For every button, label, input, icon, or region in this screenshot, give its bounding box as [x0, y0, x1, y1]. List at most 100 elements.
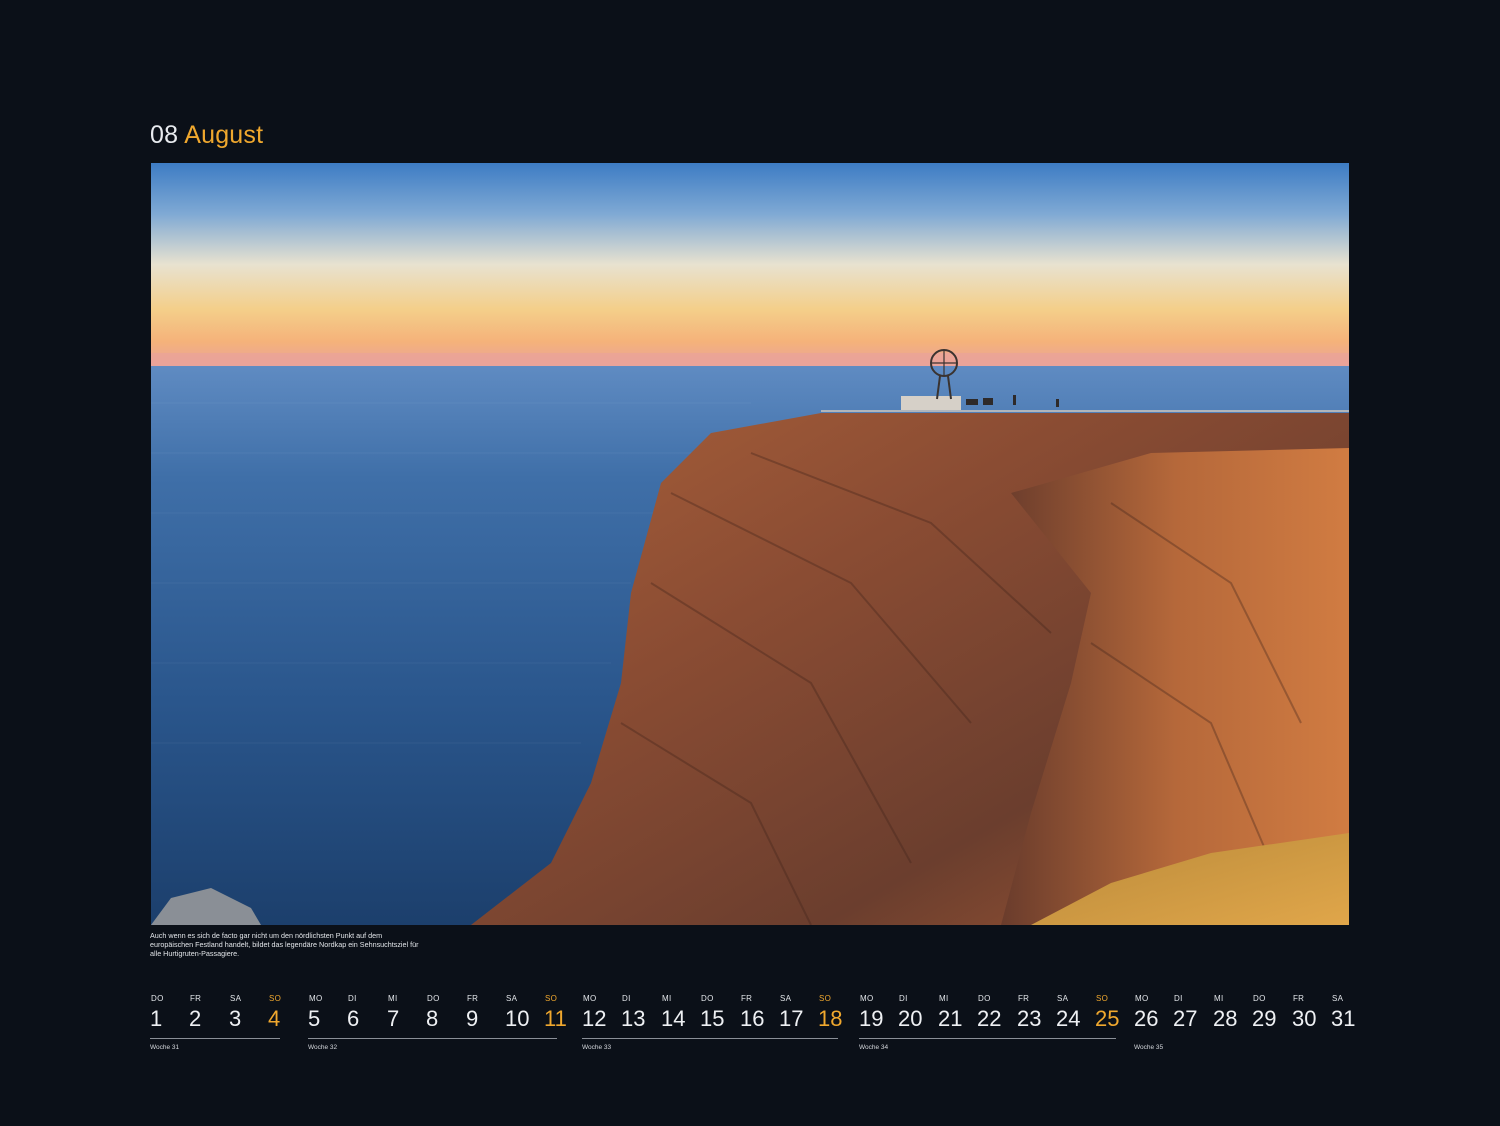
- day-number: 25: [1095, 1006, 1120, 1031]
- week-rule: [582, 1038, 838, 1039]
- weekday-label: DI: [622, 994, 631, 1003]
- weekday-label: MO: [583, 994, 597, 1003]
- day-number: 28: [1213, 1006, 1238, 1031]
- day-number: 31: [1331, 1006, 1356, 1031]
- day-cell: DO 22: [977, 993, 1016, 1033]
- weekday-label: DI: [348, 994, 357, 1003]
- week-label: Woche 34: [859, 1044, 889, 1051]
- day-cell: FR 30: [1292, 993, 1331, 1033]
- weekday-label: DO: [1253, 994, 1266, 1003]
- day-cell-sunday: SO 4: [268, 993, 307, 1033]
- day-cell: MI 21: [938, 993, 977, 1033]
- day-number: 30: [1292, 1006, 1317, 1031]
- day-number: 3: [229, 1006, 242, 1031]
- day-number: 20: [898, 1006, 923, 1031]
- weekday-label: MI: [1214, 994, 1224, 1003]
- weekday-label: SA: [506, 994, 518, 1003]
- day-cell: FR 9: [466, 993, 505, 1033]
- landscape-photo: [151, 163, 1349, 925]
- day-cell: FR 16: [740, 993, 779, 1033]
- weekday-label: MI: [388, 994, 398, 1003]
- week-label: Woche 35: [1134, 1044, 1164, 1051]
- day-number: 9: [466, 1006, 479, 1031]
- day-cell: DO 15: [700, 993, 739, 1033]
- day-number: 18: [818, 1006, 843, 1031]
- day-number: 24: [1056, 1006, 1081, 1031]
- day-number: 14: [661, 1006, 686, 1031]
- weekday-label: SO: [1096, 994, 1109, 1003]
- day-cell: SA 24: [1056, 993, 1095, 1033]
- week-label: Woche 31: [150, 1044, 180, 1051]
- day-cell: FR 23: [1017, 993, 1056, 1033]
- weekday-label: FR: [467, 994, 479, 1003]
- day-cell: SA 10: [505, 993, 544, 1033]
- day-cell-sunday: SO 25: [1095, 993, 1134, 1033]
- weekday-label: FR: [741, 994, 753, 1003]
- week-rule: [859, 1038, 1116, 1039]
- day-number: 29: [1252, 1006, 1277, 1031]
- week-label: Woche 33: [582, 1044, 612, 1051]
- day-number: 15: [700, 1006, 725, 1031]
- day-number: 17: [779, 1006, 804, 1031]
- day-cell: MI 28: [1213, 993, 1252, 1033]
- day-number: 10: [505, 1006, 530, 1031]
- week-rule: [308, 1038, 557, 1039]
- day-number: 7: [387, 1006, 400, 1031]
- weekday-label: MO: [1135, 994, 1149, 1003]
- day-number: 11: [544, 1006, 567, 1031]
- weekday-label: MO: [860, 994, 874, 1003]
- day-number: 12: [582, 1006, 607, 1031]
- weekday-label: SO: [545, 994, 558, 1003]
- day-cell: DO 8: [426, 993, 465, 1033]
- photo-caption: Auch wenn es sich de facto gar nicht um …: [150, 931, 419, 958]
- weekday-label: DO: [701, 994, 714, 1003]
- weekday-label: DI: [1174, 994, 1183, 1003]
- day-cell: DI 13: [621, 993, 660, 1033]
- day-cell: DO 1: [150, 993, 189, 1033]
- day-number: 8: [426, 1006, 439, 1031]
- day-number: 5: [308, 1006, 321, 1031]
- weekday-label: FR: [1293, 994, 1305, 1003]
- day-number: 2: [189, 1006, 202, 1031]
- weekday-label: SA: [1057, 994, 1069, 1003]
- day-cell: SA 31: [1331, 993, 1370, 1033]
- weekday-label: SO: [269, 994, 282, 1003]
- day-cell-sunday: SO 11: [544, 993, 583, 1033]
- weekday-label: MI: [662, 994, 672, 1003]
- day-cell: DI 20: [898, 993, 937, 1033]
- day-cell: DO 29: [1252, 993, 1291, 1033]
- weekday-label: FR: [190, 994, 202, 1003]
- weekday-label: SA: [1332, 994, 1344, 1003]
- day-number: 21: [938, 1006, 963, 1031]
- day-cell-sunday: SO 18: [818, 993, 857, 1033]
- day-cell: SA 3: [229, 993, 268, 1033]
- month-number: 08: [150, 121, 179, 149]
- day-number: 26: [1134, 1006, 1159, 1031]
- day-cell: MO 12: [582, 993, 621, 1033]
- day-number: 6: [347, 1006, 360, 1031]
- day-cell: MO 26: [1134, 993, 1173, 1033]
- weekday-label: SO: [819, 994, 832, 1003]
- weekday-label: FR: [1018, 994, 1030, 1003]
- day-number: 16: [740, 1006, 765, 1031]
- day-cell: SA 17: [779, 993, 818, 1033]
- day-number: 22: [977, 1006, 1002, 1031]
- day-cell: MO 19: [859, 993, 898, 1033]
- weekday-label: DI: [899, 994, 908, 1003]
- day-number: 13: [621, 1006, 646, 1031]
- week-label: Woche 32: [308, 1044, 338, 1051]
- weekday-label: MI: [939, 994, 949, 1003]
- weekday-label: MO: [309, 994, 323, 1003]
- day-number: 27: [1173, 1006, 1198, 1031]
- day-cell: MI 14: [661, 993, 700, 1033]
- day-number: 1: [150, 1006, 163, 1031]
- day-number: 4: [268, 1006, 281, 1031]
- weekday-label: SA: [780, 994, 792, 1003]
- day-number: 23: [1017, 1006, 1042, 1031]
- month-name: August: [184, 121, 264, 149]
- day-cell: MI 7: [387, 993, 426, 1033]
- weekday-label: DO: [151, 994, 164, 1003]
- weekday-label: DO: [427, 994, 440, 1003]
- weekday-label: DO: [978, 994, 991, 1003]
- day-cell: MO 5: [308, 993, 347, 1033]
